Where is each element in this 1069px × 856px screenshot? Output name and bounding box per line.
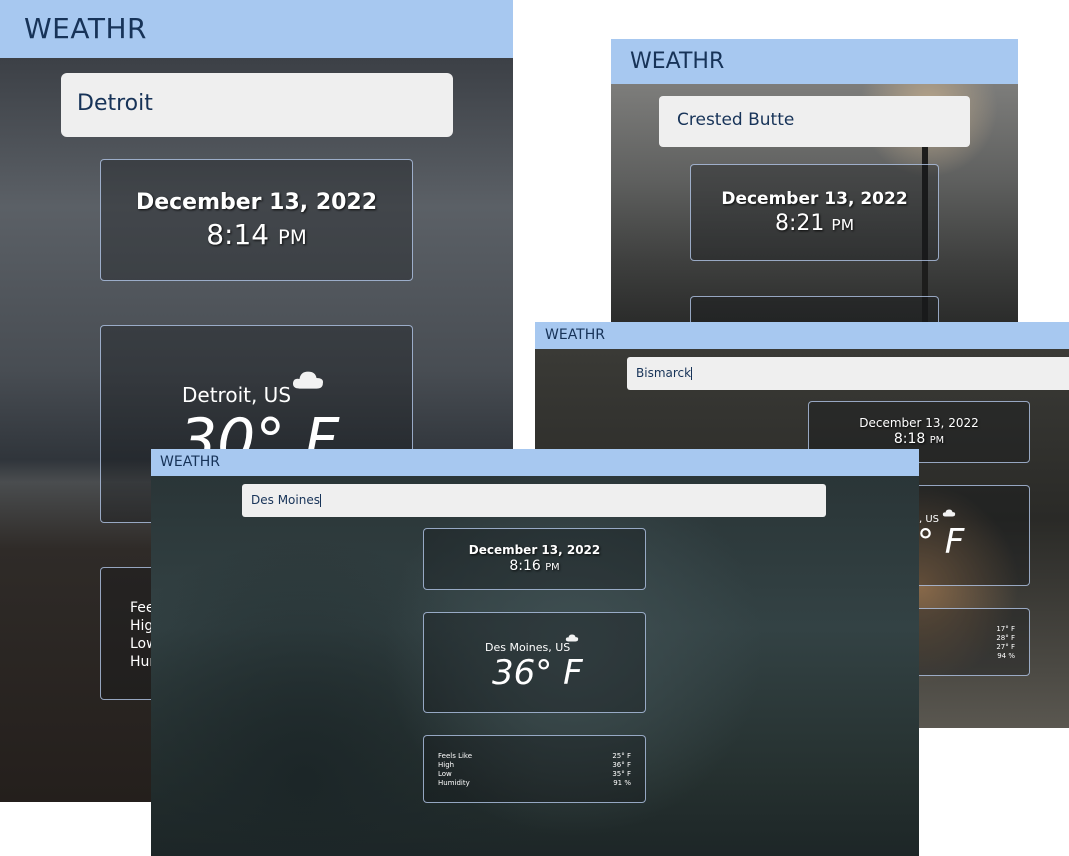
details-card: Feels Like 25° F High 36° F Low 35° F Hu… (423, 735, 646, 803)
app-header: WEATHR (151, 449, 919, 476)
cloud-icon (565, 634, 579, 642)
date-text: December 13, 2022 (859, 416, 979, 430)
stat-label: Humidity (438, 779, 470, 787)
datetime-card: December 13, 2022 8:14 PM (100, 159, 413, 281)
stats-values: 17° F 28° F 27° F 94 % (996, 625, 1015, 661)
time-text: 8:18 PM (809, 431, 1029, 447)
time-value: 8:16 (509, 558, 541, 574)
time-ampm: PM (278, 226, 307, 249)
crested-butte-window: WEATHR Crested Butte December 13, 2022 8… (611, 39, 1018, 322)
stat-label: Low (438, 770, 452, 778)
stats-list: Feels Like 25° F High 36° F Low 35° F Hu… (438, 752, 631, 788)
location-text: Detroit, US (182, 383, 292, 407)
time-text: 8:14 PM (101, 218, 412, 251)
stat-row-low: Low 35° F (438, 770, 631, 779)
search-input[interactable]: Des Moines (242, 484, 826, 517)
search-value: Crested Butte (677, 110, 795, 130)
cloud-icon (292, 371, 324, 389)
stat-row-feels-like: Feels Like 25° F (438, 752, 631, 761)
time-text: 8:16 PM (424, 558, 645, 574)
datetime-card: December 13, 2022 8:16 PM (423, 528, 646, 590)
time-text: 8:21 PM (691, 211, 938, 236)
current-weather-card: Des Moines, US 36° F (423, 612, 646, 713)
text-caret (319, 494, 321, 507)
app-header: WEATHR (0, 0, 513, 58)
stat-value: 36° F (612, 761, 631, 769)
stat-low-value: 27° F (996, 643, 1015, 651)
stat-row-high: High 36° F (438, 761, 631, 770)
search-value: Detroit (77, 91, 153, 116)
time-ampm: PM (831, 216, 854, 234)
stat-value: 91 % (613, 779, 631, 787)
app-logo[interactable]: WEATHR (630, 49, 724, 74)
app-header: WEATHR (535, 322, 1069, 349)
date-text: December 13, 2022 (721, 189, 908, 209)
current-weather-card (690, 296, 939, 322)
app-logo[interactable]: WEATHR (160, 454, 220, 470)
text-caret (691, 367, 693, 380)
temperature-text: 36° F (492, 653, 583, 693)
search-value: Bismarck (636, 366, 692, 380)
temperature-text: ° F (917, 522, 965, 562)
time-ampm: PM (545, 562, 560, 573)
stat-value: 25° F (612, 752, 631, 760)
stat-label: Feels Like (438, 752, 473, 760)
datetime-card: December 13, 2022 8:21 PM (690, 164, 939, 261)
time-value: 8:18 (893, 431, 926, 447)
cloud-icon (942, 509, 956, 517)
search-value: Des Moines (251, 493, 320, 507)
stat-row-humidity: Humidity 91 % (438, 779, 631, 788)
date-text: December 13, 2022 (135, 190, 378, 215)
stat-humidity-value: 94 % (997, 652, 1015, 660)
time-value: 8:21 (775, 211, 825, 236)
stat-label: High (438, 761, 455, 769)
time-ampm: PM (929, 435, 945, 446)
app-logo[interactable]: WEATHR (545, 327, 605, 343)
app-header: WEATHR (611, 39, 1018, 84)
app-logo[interactable]: WEATHR (24, 12, 147, 45)
stat-value: 35° F (612, 770, 631, 778)
stat-feels-like-value: 17° F (996, 625, 1015, 633)
search-input[interactable]: Crested Butte (659, 96, 970, 147)
stat-high-value: 28° F (996, 634, 1015, 642)
des-moines-window: WEATHR Des Moines December 13, 2022 8:16… (151, 449, 919, 856)
date-text: December 13, 2022 (468, 543, 601, 557)
search-input[interactable]: Detroit (61, 73, 453, 137)
time-value: 8:14 (206, 218, 270, 251)
search-input[interactable]: Bismarck (627, 357, 1069, 390)
